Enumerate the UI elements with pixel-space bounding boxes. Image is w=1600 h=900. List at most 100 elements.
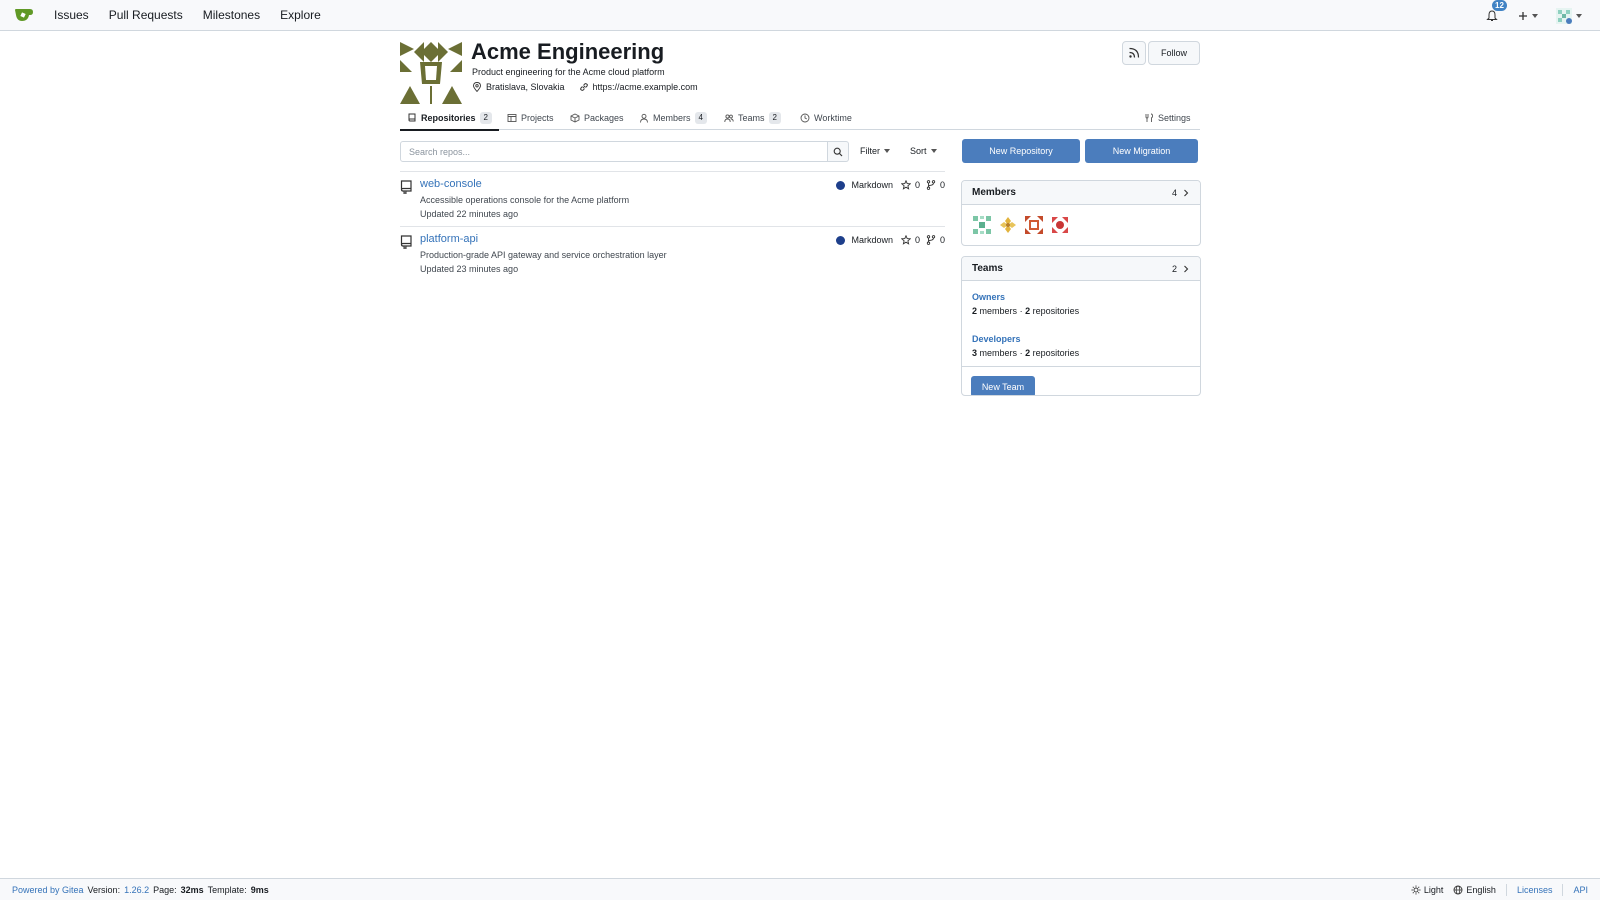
repo-name-link[interactable]: web-console [420, 178, 482, 190]
team-member-count: 3 [972, 348, 978, 358]
filter-dropdown[interactable]: Filter [860, 146, 890, 156]
follow-button[interactable]: Follow [1148, 41, 1200, 65]
new-team-section: New Team [962, 366, 1200, 395]
team-info-separator: · [1019, 348, 1023, 358]
member-avatar[interactable] [1024, 215, 1044, 235]
fork-count: 0 [939, 180, 945, 190]
footer-divider [1505, 883, 1507, 896]
repo-icon [400, 180, 412, 194]
language-selector[interactable]: English [1453, 885, 1496, 895]
repo-icon [400, 235, 412, 249]
language-color-dot [836, 180, 846, 190]
team-info: 2 members · 2 repositories [972, 306, 1190, 316]
rss-feed-button[interactable] [1122, 41, 1146, 65]
chevron-right-icon [1184, 265, 1189, 272]
search-repos-input[interactable]: Search repos... [400, 141, 828, 162]
chevron-down-icon [930, 149, 937, 153]
members-card-title: Members [972, 187, 1016, 198]
teams-card-count: 2 [1171, 263, 1177, 274]
new-repository-button[interactable]: New Repository [962, 139, 1080, 163]
notification-count-badge: 12 [1492, 0, 1507, 11]
new-team-button[interactable]: New Team [971, 376, 1035, 395]
sort-dropdown[interactable]: Sort [910, 146, 937, 156]
globe-icon [1453, 885, 1463, 894]
theme-selector[interactable]: Light [1411, 885, 1443, 895]
tab-packages[interactable]: Packages [563, 106, 631, 130]
tab-settings[interactable]: Settings [1137, 106, 1198, 130]
team-name-link[interactable]: Owners [972, 292, 1005, 302]
team-repo-count: 2 [1025, 306, 1031, 316]
api-link[interactable]: API [1573, 885, 1588, 895]
team-repo-count: 2 [1025, 348, 1031, 358]
tools-icon [1145, 113, 1153, 122]
repo-list-item: web-console Accessible operations consol… [400, 176, 945, 226]
chevron-down-icon [1532, 13, 1538, 18]
team-repos-label: repositories [1032, 348, 1080, 358]
create-menu-button[interactable] [1518, 11, 1538, 21]
gitea-logo-icon[interactable] [14, 7, 38, 23]
search-button[interactable] [828, 141, 849, 162]
sort-label: Sort [910, 146, 927, 156]
project-icon [507, 114, 517, 122]
nav-issues[interactable]: Issues [54, 8, 89, 22]
repo-language: Markdown [851, 235, 893, 245]
location-icon [473, 82, 481, 92]
tab-repositories[interactable]: Repositories 2 [400, 106, 499, 131]
fork-icon[interactable] [926, 180, 936, 190]
star-count: 0 [914, 235, 920, 245]
nav-milestones[interactable]: Milestones [203, 8, 260, 22]
star-icon[interactable] [900, 180, 911, 190]
new-migration-button[interactable]: New Migration [1085, 139, 1198, 163]
repo-updated-time: Updated 23 minutes ago [420, 264, 519, 274]
plus-icon [1519, 11, 1527, 20]
tab-worktime[interactable]: Worktime [793, 106, 859, 130]
repo-icon [408, 113, 416, 121]
org-name: Acme Engineering [471, 39, 665, 64]
members-card-header[interactable]: Members 4 [962, 181, 1200, 205]
fork-icon[interactable] [926, 235, 936, 245]
org-avatar [400, 42, 462, 104]
sun-icon [1411, 885, 1421, 894]
member-avatars [962, 205, 1200, 245]
tab-label: Members [653, 113, 691, 123]
user-avatar [1556, 7, 1572, 24]
member-avatar[interactable] [1050, 215, 1070, 235]
member-avatar[interactable] [972, 215, 992, 235]
tab-members[interactable]: Members 4 [632, 106, 714, 130]
user-menu-button[interactable] [1556, 7, 1582, 24]
filter-label: Filter [860, 146, 880, 156]
powered-by-link[interactable]: Powered by Gitea [12, 885, 84, 895]
chevron-right-icon [1184, 189, 1189, 196]
repo-name-link[interactable]: platform-api [420, 233, 478, 245]
repo-description: Production-grade API gateway and service… [420, 250, 667, 260]
star-icon[interactable] [900, 235, 911, 245]
notifications-button[interactable]: 12 [1484, 0, 1507, 24]
licenses-link[interactable]: Licenses [1517, 885, 1553, 895]
repo-stats: Markdown 0 0 [836, 180, 945, 190]
tab-count-badge: 2 [479, 111, 492, 124]
page-time: 32ms [180, 884, 204, 895]
org-tabs: Repositories 2 Projects Packages Members… [400, 106, 1200, 131]
nav-explore[interactable]: Explore [280, 8, 321, 22]
tab-projects[interactable]: Projects [500, 106, 561, 130]
members-card: Members 4 [961, 180, 1201, 246]
star-count: 0 [914, 180, 920, 190]
footer-right: Light English Licenses API [1411, 883, 1588, 896]
repo-description: Accessible operations console for the Ac… [420, 195, 630, 205]
page-time-label: Page: [153, 884, 177, 895]
language-color-dot [836, 235, 846, 245]
tab-label: Repositories [421, 112, 476, 123]
member-avatar[interactable] [998, 215, 1018, 235]
tab-count-badge: 2 [768, 112, 781, 124]
version-link[interactable]: 1.26.2 [124, 885, 149, 895]
nav-pull-requests[interactable]: Pull Requests [109, 8, 183, 22]
org-website-link[interactable]: https://acme.example.com [593, 82, 698, 92]
tab-count-badge: 4 [694, 112, 707, 124]
teams-card-header[interactable]: Teams 2 [962, 257, 1200, 281]
team-name-link[interactable]: Developers [972, 334, 1021, 344]
list-divider [400, 171, 945, 172]
teams-card-title: Teams [972, 263, 1003, 274]
bell-icon [1486, 9, 1498, 21]
tab-teams[interactable]: Teams 2 [717, 106, 788, 130]
version-label: Version: [87, 884, 121, 895]
